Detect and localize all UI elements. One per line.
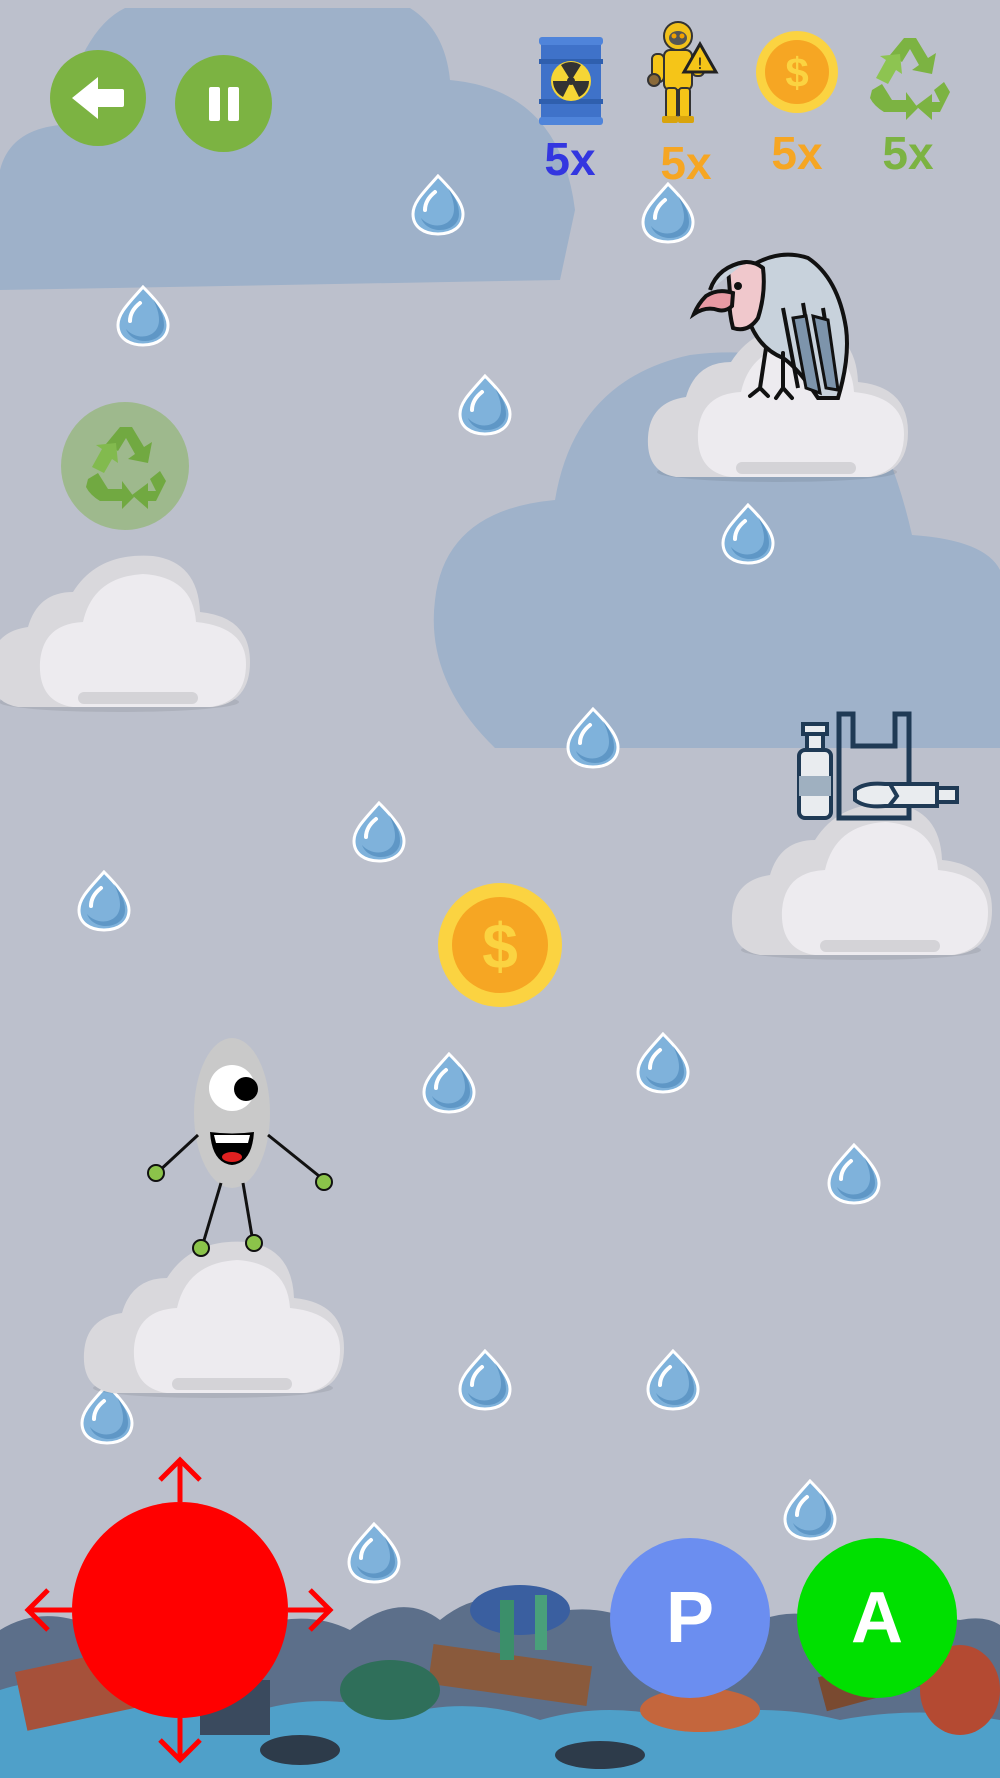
a-button[interactable]: A <box>797 1538 957 1698</box>
svg-text:$: $ <box>482 910 518 982</box>
raindrop <box>645 1349 701 1411</box>
raindrop <box>720 503 776 565</box>
raindrop <box>351 801 407 863</box>
plastic-trash-enemy <box>797 711 959 821</box>
p-button-label: P <box>665 1578 715 1658</box>
back-button[interactable] <box>50 50 146 146</box>
player-character <box>147 1038 333 1257</box>
cloud-platform <box>0 552 250 714</box>
p-button[interactable]: P <box>610 1538 770 1698</box>
recycle-powerup <box>61 402 189 530</box>
raindrop <box>826 1143 882 1205</box>
pause-button[interactable] <box>175 55 272 152</box>
svg-text:$: $ <box>785 49 808 96</box>
cloud-platform <box>82 1238 344 1400</box>
a-button-label: A <box>851 1578 903 1658</box>
raindrop <box>76 870 132 932</box>
barrel-count: 5x <box>544 133 596 185</box>
radioactive-barrel-icon <box>539 37 603 125</box>
raindrop <box>782 1479 838 1541</box>
back-arrow-icon <box>72 77 124 119</box>
recycle-icon <box>870 38 950 120</box>
cloud-platform <box>730 800 992 962</box>
hazmat-suit-icon: ! <box>647 21 719 123</box>
raindrop <box>457 374 513 436</box>
raindrop <box>115 285 171 347</box>
pause-icon <box>208 86 239 121</box>
svg-text:!: ! <box>697 54 703 73</box>
raindrop <box>421 1052 477 1114</box>
recycle-count: 5x <box>882 127 934 179</box>
dollar-coin-icon: $ <box>438 883 562 1007</box>
raindrop <box>410 174 466 236</box>
vulture-enemy <box>689 252 849 400</box>
raindrop <box>565 707 621 769</box>
joystick-icon <box>24 1456 334 1764</box>
hazmat-count: 5x <box>660 137 712 189</box>
raindrop <box>640 182 696 244</box>
joystick[interactable] <box>20 1450 340 1770</box>
recycle-icon <box>86 427 166 509</box>
raindrop <box>635 1032 691 1094</box>
coin-count: 5x <box>771 127 823 179</box>
dollar-coin-icon: $ <box>756 31 838 113</box>
raindrop <box>457 1349 513 1411</box>
